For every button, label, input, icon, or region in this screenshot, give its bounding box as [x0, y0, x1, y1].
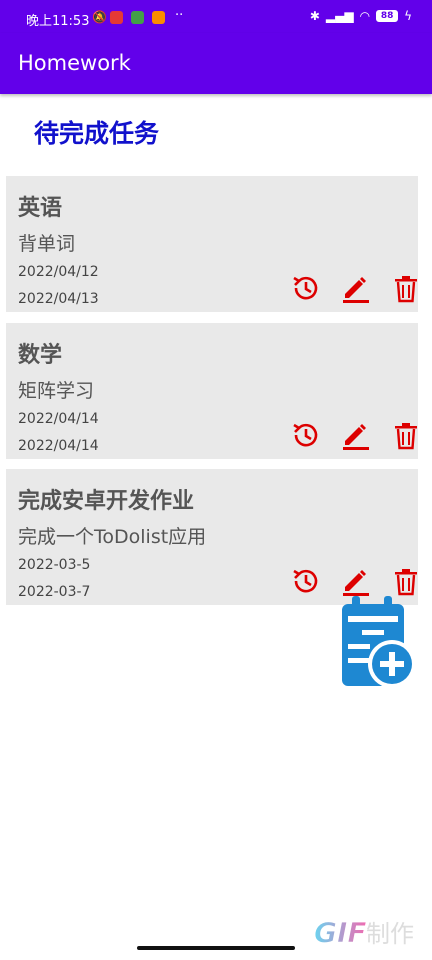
task-description: 矩阵学习	[18, 380, 95, 402]
calendar-add-icon	[342, 596, 416, 688]
task-due-date: 2022/04/13	[18, 291, 99, 307]
charging-icon: ϟ	[404, 9, 412, 23]
history-icon	[290, 569, 322, 601]
history-icon	[290, 276, 322, 308]
delete-button[interactable]	[390, 272, 422, 304]
status-right-icons: ✱ ▂▄▆ ◠ 88 ϟ	[310, 9, 412, 23]
svg-text:制作: 制作	[366, 920, 414, 948]
task-due-date: 2022-03-7	[18, 584, 91, 600]
cellular-signal-icon: ▂▄▆	[325, 9, 354, 23]
gesture-nav-bar[interactable]	[137, 946, 295, 950]
task-category: 完成安卓开发作业	[18, 489, 195, 514]
task-due-date: 2022/04/14	[18, 438, 99, 454]
history-button[interactable]	[290, 419, 322, 451]
task-description: 背单词	[18, 233, 76, 255]
app-bar: Homework	[0, 33, 432, 94]
delete-icon	[390, 423, 422, 455]
task-start-date: 2022/04/14	[18, 411, 99, 427]
delete-button[interactable]	[390, 565, 422, 597]
task-category: 英语	[18, 196, 63, 221]
edit-icon	[339, 277, 371, 308]
history-icon	[290, 423, 322, 455]
add-task-button[interactable]	[338, 594, 420, 690]
svg-text:GIF: GIF	[314, 916, 367, 949]
edit-button[interactable]	[339, 419, 371, 451]
task-card[interactable]: 完成安卓开发作业 完成一个ToDolist应用 2022-03-5 2022-03-7	[6, 469, 418, 605]
history-button[interactable]	[290, 272, 322, 304]
edit-button[interactable]	[339, 565, 371, 597]
app-icon-red	[110, 11, 123, 24]
section-title: 待完成任务	[34, 119, 160, 148]
delete-button[interactable]	[390, 419, 422, 451]
task-card[interactable]: 数学矩阵学习 2022/04/14 2022/04/14	[6, 323, 418, 459]
app-title: Homework	[18, 51, 131, 75]
task-category: 数学	[18, 343, 63, 368]
app-icon-orange	[152, 11, 165, 24]
bluetooth-icon: ✱	[309, 9, 320, 23]
status-overflow: ··	[175, 8, 184, 23]
muted-bell-icon: 🔕	[92, 10, 107, 24]
battery-icon: 88	[376, 10, 399, 22]
task-card[interactable]: 英语背单词 2022/04/12 2022/04/13	[6, 176, 418, 312]
app-icon-green	[131, 11, 144, 24]
watermark-logo: GIF 制作	[314, 912, 424, 952]
edit-icon	[339, 424, 371, 455]
status-time: 晚上11:53	[26, 14, 90, 29]
edit-button[interactable]	[339, 272, 371, 304]
task-description: 完成一个ToDolist应用	[18, 526, 207, 548]
status-bar: 晚上11:53 🔕 ·· ✱ ▂▄▆ ◠ 88 ϟ	[0, 0, 432, 33]
task-start-date: 2022/04/12	[18, 264, 99, 280]
wifi-icon: ◠	[359, 9, 371, 23]
delete-icon	[390, 276, 422, 308]
history-button[interactable]	[290, 565, 322, 597]
task-start-date: 2022-03-5	[18, 557, 91, 573]
